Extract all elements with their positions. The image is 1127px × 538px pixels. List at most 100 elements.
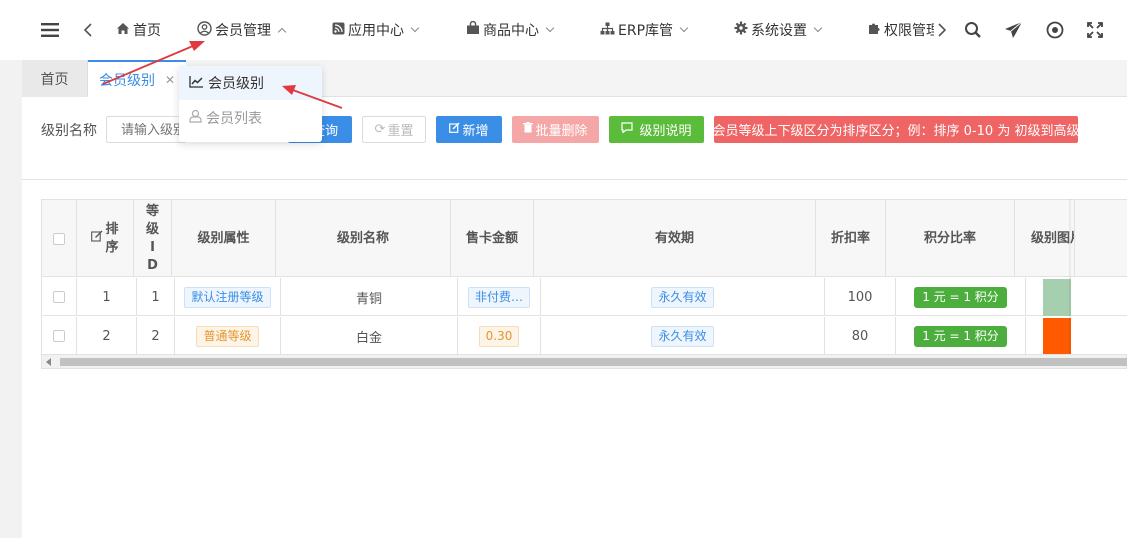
row-checkbox[interactable] [53, 291, 65, 303]
cell-level-id: 1 [137, 278, 175, 316]
sitemap-icon [600, 22, 615, 39]
row-checkbox[interactable] [53, 330, 65, 342]
level-image [1043, 317, 1071, 354]
chevron-down-icon [545, 23, 555, 33]
puzzle-icon [868, 22, 881, 39]
cell-name: 白金 [281, 317, 458, 354]
header-select-all[interactable] [42, 200, 77, 277]
level-image [1043, 278, 1071, 316]
row-select[interactable] [42, 317, 77, 354]
header-discount-label: 折扣率 [830, 230, 870, 246]
reset-button[interactable]: ⟳ 重置 [362, 116, 426, 143]
search-input[interactable] [106, 116, 186, 143]
menu-toggle-icon[interactable] [40, 19, 60, 41]
scroll-right-chevron-icon[interactable] [937, 19, 947, 41]
header-price-label: 售卡金额 [465, 230, 518, 246]
dropdown-item-member-level[interactable]: 会员级别 [179, 66, 322, 100]
nav-goods-center[interactable]: 商品中心 [466, 19, 555, 41]
batch-delete-button[interactable]: 批量删除 [512, 116, 599, 143]
chevron-down-icon [679, 23, 689, 33]
attr-tag: 默认注册等级 [184, 286, 271, 308]
select-all-checkbox[interactable] [53, 232, 65, 245]
member-level-table: 排序 等级ID 级别属性 级别名称 售卡金额 有效期 折扣率 积分比率 级别图片… [41, 199, 1127, 354]
nav-settings-label: 系统设置 [751, 23, 807, 39]
back-chevron-icon[interactable] [82, 19, 94, 41]
reset-button-label: 重置 [387, 124, 414, 139]
row-select[interactable] [42, 278, 77, 316]
rss-icon [332, 22, 345, 39]
dropdown-item-member-list-label: 会员列表 [206, 111, 262, 127]
cell-attr: 普通等级 [175, 317, 281, 354]
refresh-icon: ⟳ [374, 122, 386, 137]
level-image-swatch [1043, 278, 1071, 316]
price-tag: 非付费… [467, 286, 530, 308]
scroll-left-arrow-icon[interactable] [46, 358, 51, 366]
member-mgmt-dropdown: 会员级别 会员列表 [179, 66, 322, 142]
cell-price: 非付费… [458, 278, 541, 316]
nav-app-center[interactable]: 应用中心 [332, 19, 420, 41]
nav-erp[interactable]: ERP库管 [600, 19, 689, 41]
header-discount: 折扣率 [816, 200, 886, 277]
level-description-button[interactable]: 级别说明 [609, 116, 704, 143]
shopping-bag-icon [466, 20, 480, 39]
tab-home-label: 首页 [40, 71, 69, 88]
scrollbar-thumb[interactable] [60, 358, 1127, 366]
cell-discount: 80 [825, 317, 896, 354]
nav-member-mgmt[interactable]: 会员管理 [197, 19, 287, 41]
batch-delete-button-label: 批量删除 [535, 124, 588, 139]
nav-member-mgmt-label: 会员管理 [215, 23, 271, 39]
cell-discount: 100 [825, 278, 896, 316]
attr-tag: 普通等级 [196, 325, 259, 347]
header-sort-label: 排序 [105, 221, 119, 255]
level-description-button-label: 级别说明 [639, 124, 692, 139]
cell-price: 0.30 [458, 317, 541, 354]
search-icon[interactable] [964, 19, 982, 41]
edit-icon [449, 122, 460, 137]
level-image-swatch [1043, 317, 1071, 354]
nav-permissions[interactable]: 权限管理 [868, 19, 934, 41]
add-button-label: 新增 [462, 124, 489, 139]
points-tag: 1 元 = 1 积分 [914, 286, 1007, 308]
table-header: 排序 等级ID 级别属性 级别名称 售卡金额 有效期 折扣率 积分比率 级别图片 [42, 200, 1127, 277]
chevron-down-icon [813, 23, 823, 33]
target-icon[interactable] [1046, 19, 1064, 41]
header-validity: 有效期 [534, 200, 816, 277]
chevron-down-icon [410, 23, 420, 33]
cell-validity: 永久有效 [541, 317, 825, 354]
search-label: 级别名称 [41, 123, 97, 139]
level-order-note: 会员等级上下级区分为排序区分；例：排序 0-10 为 初级到高级 [713, 116, 1079, 143]
sidebar-edge [0, 60, 22, 538]
dropdown-item-member-list[interactable]: 会员列表 [179, 101, 322, 135]
fullscreen-icon[interactable] [1087, 19, 1103, 41]
header-name-label: 级别名称 [336, 230, 389, 246]
comment-icon [621, 122, 634, 137]
close-icon[interactable]: ✕ [165, 73, 175, 87]
edit-icon [91, 230, 103, 248]
tab-member-level-label: 会员级别 [98, 72, 155, 89]
tab-home[interactable]: 首页 [22, 60, 88, 97]
cell-validity: 永久有效 [541, 278, 825, 316]
chevron-up-icon [277, 27, 287, 36]
header-name: 级别名称 [276, 200, 451, 277]
user-circle-icon [197, 20, 212, 40]
validity-tag: 永久有效 [651, 286, 714, 308]
header-price: 售卡金额 [451, 200, 534, 277]
header-level-id-label: 等级ID [145, 203, 159, 273]
header-attr-label: 级别属性 [197, 230, 250, 246]
nav-home[interactable]: 首页 [116, 19, 161, 41]
horizontal-scrollbar[interactable] [41, 354, 1127, 369]
add-button[interactable]: 新增 [436, 116, 502, 143]
cell-sort: 2 [77, 317, 137, 354]
top-navbar: 首页 会员管理 应用中心 商品中心 ERP库管 系统设置 权限管理 [0, 0, 1127, 60]
table-row[interactable]: 1 1 默认注册等级 青铜 非付费… 永久有效 100 1 元 = 1 积分 修… [42, 278, 1127, 316]
header-points: 积分比率 [886, 200, 1015, 277]
cell-sort: 1 [77, 278, 137, 316]
cell-level-id: 2 [137, 317, 175, 354]
nav-settings[interactable]: 系统设置 [734, 19, 823, 41]
cell-name: 青铜 [281, 278, 458, 316]
send-icon[interactable] [1004, 19, 1023, 41]
tab-member-level[interactable]: 会员级别 ✕ [88, 60, 186, 97]
nav-erp-label: ERP库管 [618, 23, 674, 39]
nav-home-label: 首页 [133, 23, 161, 39]
table-row[interactable]: 2 2 普通等级 白金 0.30 永久有效 80 1 元 = 1 积分 修改 [42, 317, 1127, 354]
